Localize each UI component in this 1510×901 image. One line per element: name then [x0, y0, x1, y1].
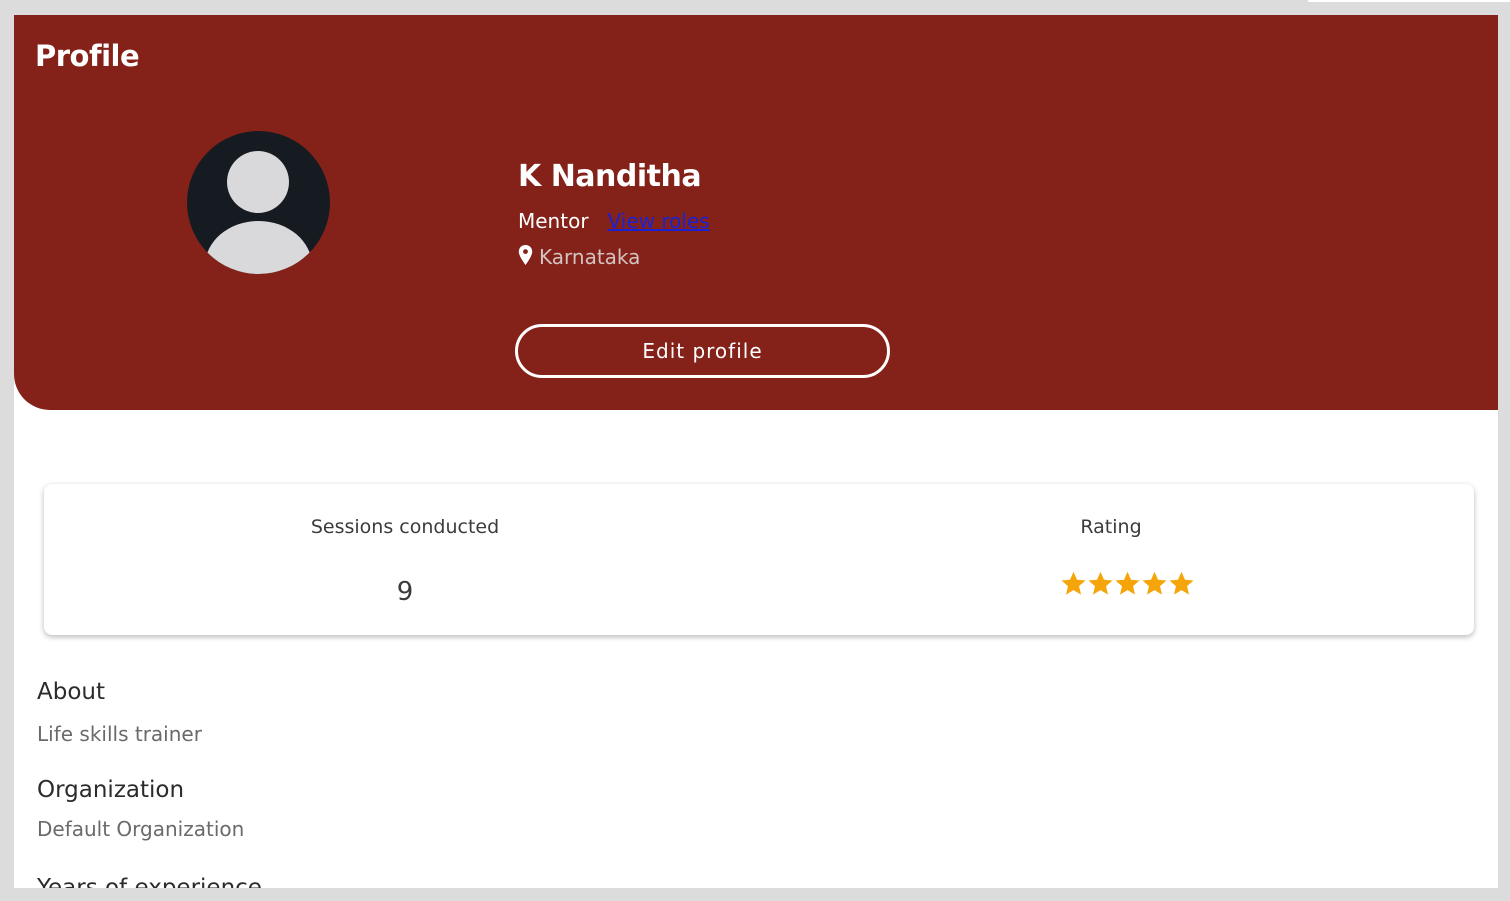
- user-avatar-icon: [187, 131, 330, 274]
- organization-value: Default Organization: [37, 817, 245, 841]
- rating-stars: [1060, 570, 1195, 597]
- role-text: Mentor: [518, 209, 589, 233]
- rating-label: Rating: [1080, 516, 1142, 538]
- about-title: About: [37, 679, 106, 705]
- star-icon: [1088, 571, 1113, 595]
- organization-title: Organization: [37, 777, 185, 803]
- location-row: Karnataka: [518, 245, 640, 269]
- map-pin-icon: [518, 245, 539, 269]
- star-icon: [1061, 571, 1086, 595]
- avatar-body: [205, 221, 312, 274]
- page-title: Profile: [35, 39, 140, 73]
- profile-page: Profile K Nanditha Mentor View roles Kar…: [14, 15, 1498, 888]
- avatar-head: [227, 151, 289, 213]
- profile-name: K Nanditha: [518, 159, 702, 194]
- top-strip: [1308, 0, 1510, 2]
- years-of-experience-title: Years of experience: [37, 875, 262, 888]
- location-text: Karnataka: [539, 245, 641, 269]
- star-icon: [1169, 571, 1194, 595]
- star-icon: [1142, 571, 1167, 595]
- view-roles-link[interactable]: View roles: [608, 209, 710, 233]
- role-row: Mentor View roles: [518, 209, 710, 233]
- about-value: Life skills trainer: [37, 722, 202, 746]
- sessions-conducted-value: 9: [396, 577, 414, 607]
- profile-header: Profile K Nanditha Mentor View roles Kar…: [14, 15, 1498, 410]
- sessions-conducted-label: Sessions conducted: [310, 516, 500, 538]
- stats-card: Sessions conducted 9 Rating: [44, 484, 1474, 635]
- star-icon: [1115, 571, 1140, 595]
- edit-profile-button[interactable]: Edit profile: [515, 324, 890, 378]
